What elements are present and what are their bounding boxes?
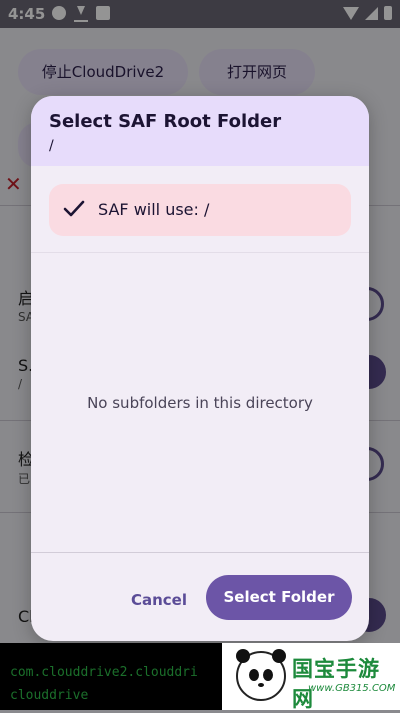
cancel-button[interactable]: Cancel (119, 578, 199, 622)
dialog-header: Select SAF Root Folder / (31, 96, 369, 166)
dialog-title: Select SAF Root Folder (49, 111, 282, 132)
divider (31, 252, 369, 253)
divider (31, 552, 369, 553)
saf-selection-banner: SAF will use: / (49, 184, 351, 236)
site-watermark: 国宝手游网 www.GB315.COM (222, 643, 400, 711)
empty-folder-message: No subfolders in this directory (87, 394, 313, 412)
panda-logo-icon (236, 649, 286, 701)
select-folder-button[interactable]: Select Folder (206, 575, 352, 620)
current-path: / (49, 138, 54, 154)
watermark-url: www.GB315.COM (308, 683, 396, 694)
select-saf-root-dialog: Select SAF Root Folder / SAF will use: /… (31, 96, 369, 641)
checkmark-icon (63, 199, 85, 223)
saf-banner-text: SAF will use: / (98, 200, 210, 219)
